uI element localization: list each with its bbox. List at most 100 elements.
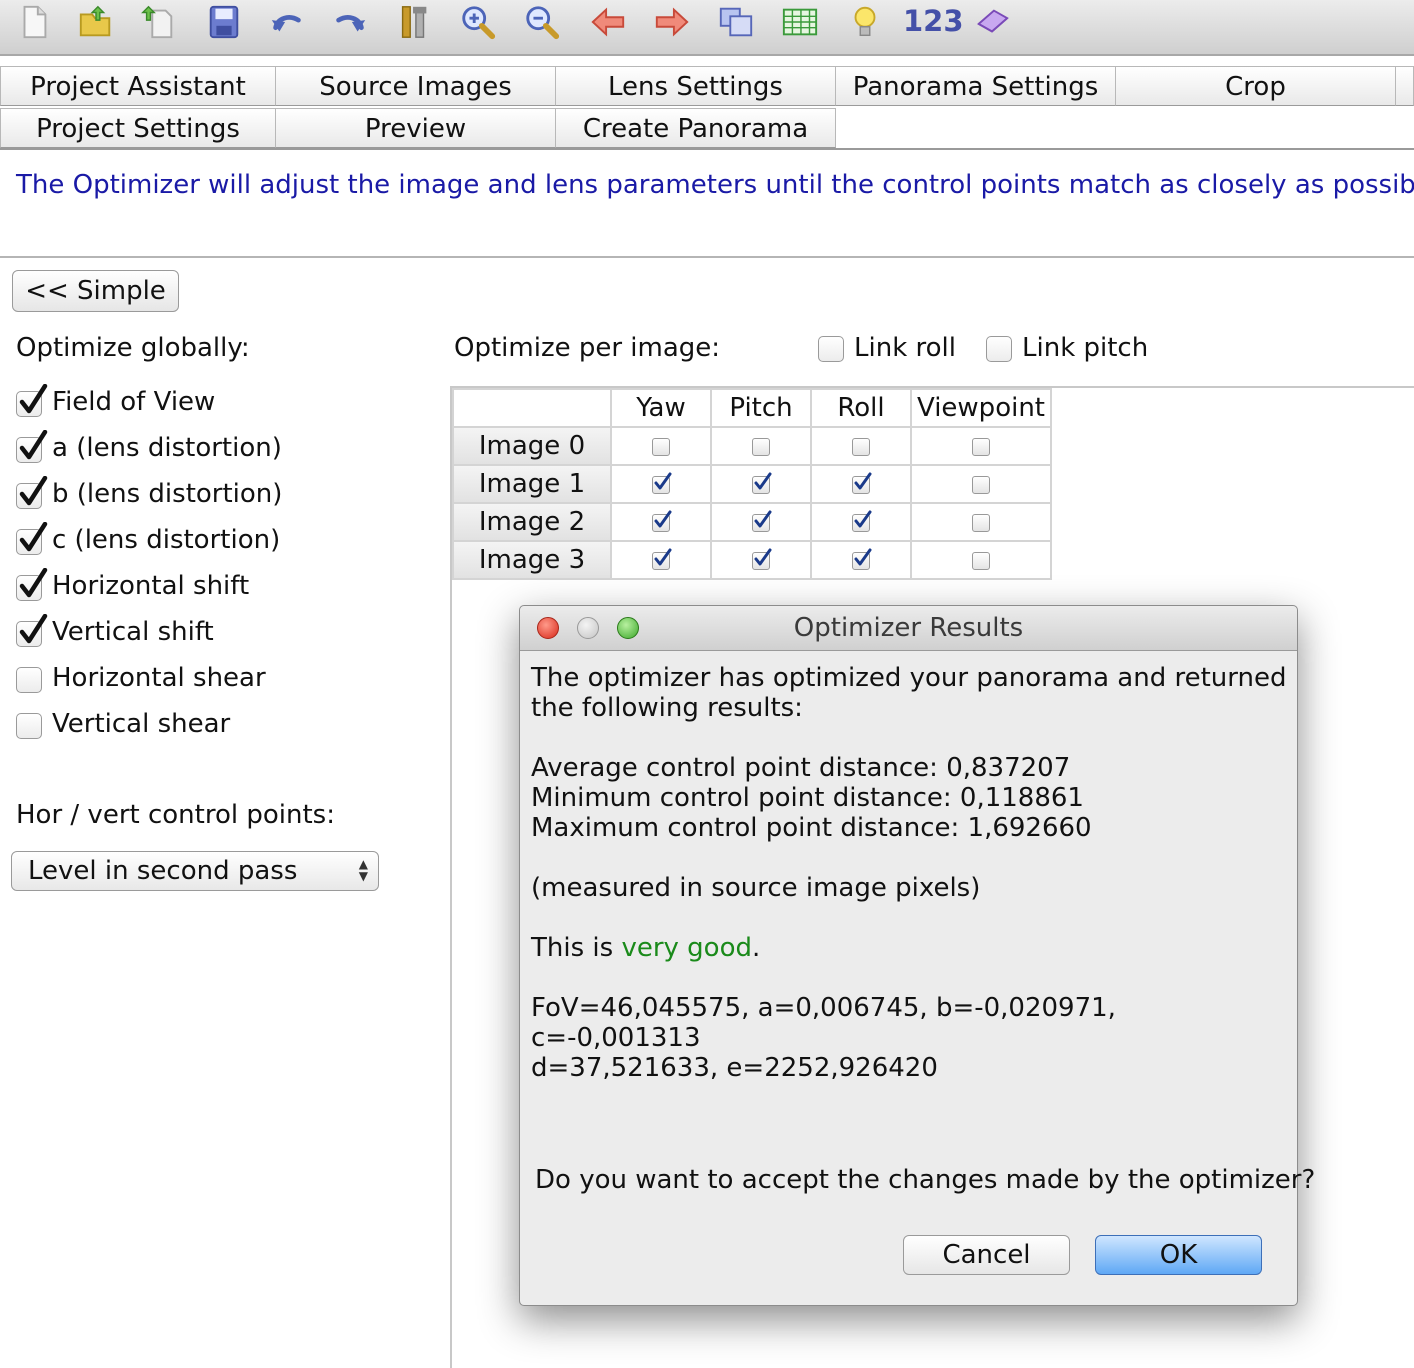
images-icon[interactable] xyxy=(716,2,756,42)
checkbox-checked[interactable] xyxy=(752,510,772,532)
grid-corner xyxy=(452,388,612,428)
checkbox-checked[interactable] xyxy=(16,476,48,509)
checkbox-unchecked[interactable] xyxy=(852,437,870,456)
measured-note: (measured in source image pixels) xyxy=(531,873,981,903)
checkbox-unchecked[interactable] xyxy=(972,475,990,494)
checkbox-checked[interactable] xyxy=(652,510,672,532)
checkbox-checked[interactable] xyxy=(16,384,48,417)
grid-cell xyxy=(910,464,1052,504)
grid-cell xyxy=(610,464,712,504)
tab-preview[interactable]: Preview xyxy=(275,108,556,148)
quality-text: This is very good. xyxy=(531,933,760,963)
open-file-icon[interactable] xyxy=(76,2,116,42)
undo-icon[interactable] xyxy=(267,2,307,42)
tab-create-panorama[interactable]: Create Panorama xyxy=(555,108,836,148)
tab-source-images[interactable]: Source Images xyxy=(275,66,556,106)
tab-lens-settings[interactable]: Lens Settings xyxy=(555,66,836,106)
global-option-label: Horizontal shift xyxy=(52,571,250,601)
toolbar: 123 xyxy=(0,0,1414,56)
table-icon[interactable] xyxy=(780,2,820,42)
zoom-in-icon[interactable] xyxy=(458,2,498,42)
tab-panorama-settings[interactable]: Panorama Settings xyxy=(835,66,1116,106)
row-header: Image 3 xyxy=(452,540,612,580)
checkbox-checked[interactable] xyxy=(852,548,872,570)
link-roll-checkbox[interactable] xyxy=(818,336,844,362)
grid-cell xyxy=(710,540,812,580)
dialog-title: Optimizer Results xyxy=(793,613,1024,643)
grid-cell xyxy=(610,426,712,466)
checkbox-checked[interactable] xyxy=(16,568,48,601)
col-header-viewpoint: Viewpoint xyxy=(910,388,1052,428)
optimize-per-image-label: Optimize per image: xyxy=(454,333,721,363)
grid-cell xyxy=(710,464,812,504)
intro-line-1: The optimizer has optimized your panoram… xyxy=(531,663,1287,693)
divider xyxy=(0,256,1414,258)
grid-cell xyxy=(910,426,1052,466)
global-option-label: b (lens distortion) xyxy=(52,479,283,509)
link-pitch-label: Link pitch xyxy=(1022,333,1149,363)
checkbox-checked[interactable] xyxy=(652,548,672,570)
new-file-icon[interactable] xyxy=(14,2,54,42)
redo-icon[interactable] xyxy=(330,2,370,42)
link-pitch-checkbox[interactable] xyxy=(986,336,1012,362)
save-icon[interactable] xyxy=(204,2,244,42)
grid-cell xyxy=(610,540,712,580)
checkbox-checked[interactable] xyxy=(16,522,48,555)
zoom-out-icon[interactable] xyxy=(522,2,562,42)
checkbox-checked[interactable] xyxy=(16,430,48,463)
global-option-label: a (lens distortion) xyxy=(52,433,282,463)
tab-crop[interactable]: Crop xyxy=(1115,66,1396,106)
tab-project-settings[interactable]: Project Settings xyxy=(0,108,276,148)
col-header-pitch: Pitch xyxy=(710,388,812,428)
checkbox-checked[interactable] xyxy=(652,472,672,494)
updown-arrows-icon: ▲ ▼ xyxy=(358,857,368,883)
row-header: Image 1 xyxy=(452,464,612,504)
row-header: Image 0 xyxy=(452,426,612,466)
lasso-icon[interactable] xyxy=(972,2,1012,42)
grid-cell xyxy=(810,540,912,580)
grid-cell xyxy=(710,502,812,542)
tab-bar: Project Assistant Source Images Lens Set… xyxy=(0,64,1414,150)
forward-arrow-icon[interactable] xyxy=(652,2,692,42)
grid-cell xyxy=(810,464,912,504)
tools-icon[interactable] xyxy=(394,2,434,42)
grid-row: Image 1 xyxy=(452,464,1052,504)
checkbox-checked[interactable] xyxy=(852,510,872,532)
tab-edge xyxy=(1395,66,1414,106)
checkbox-unchecked[interactable] xyxy=(752,437,770,456)
checkbox-checked[interactable] xyxy=(16,614,48,647)
number-display[interactable]: 123 xyxy=(903,4,964,38)
checkbox-checked[interactable] xyxy=(852,472,872,494)
grid-row: Image 2 xyxy=(452,502,1052,542)
simple-button[interactable]: << Simple xyxy=(12,270,179,312)
back-arrow-icon[interactable] xyxy=(588,2,628,42)
average-distance: Average control point distance: 0,837207 xyxy=(531,753,1071,783)
ok-button[interactable]: OK xyxy=(1095,1235,1262,1275)
checkbox-unchecked[interactable] xyxy=(16,667,42,693)
checkbox-unchecked[interactable] xyxy=(972,551,990,570)
intro-line-2: the following results: xyxy=(531,693,803,723)
lightbulb-icon[interactable] xyxy=(845,2,885,42)
control-points-select[interactable]: Level in second pass ▲ ▼ xyxy=(11,851,379,891)
params-line-1: FoV=46,045575, a=0,006745, b=-0,020971, xyxy=(531,993,1116,1023)
grid-cell xyxy=(710,426,812,466)
global-option-label: Horizontal shear xyxy=(52,663,266,693)
tab-divider xyxy=(0,148,1414,150)
checkbox-unchecked[interactable] xyxy=(652,437,670,456)
checkbox-unchecked[interactable] xyxy=(972,513,990,532)
cancel-button[interactable]: Cancel xyxy=(903,1235,1070,1275)
open-recent-icon[interactable] xyxy=(138,2,178,42)
minimum-distance: Minimum control point distance: 0,118861 xyxy=(531,783,1084,813)
checkbox-checked[interactable] xyxy=(752,548,772,570)
grid-cell xyxy=(810,502,912,542)
quality-prefix: This is xyxy=(531,933,622,963)
checkbox-unchecked[interactable] xyxy=(972,437,990,456)
info-text: The Optimizer will adjust the image and … xyxy=(16,170,1414,200)
checkbox-unchecked[interactable] xyxy=(16,713,42,739)
grid-cell xyxy=(610,502,712,542)
col-header-roll: Roll xyxy=(810,388,912,428)
checkbox-checked[interactable] xyxy=(752,472,772,494)
grid-cell xyxy=(910,502,1052,542)
grid-cell xyxy=(810,426,912,466)
tab-project-assistant[interactable]: Project Assistant xyxy=(0,66,276,106)
